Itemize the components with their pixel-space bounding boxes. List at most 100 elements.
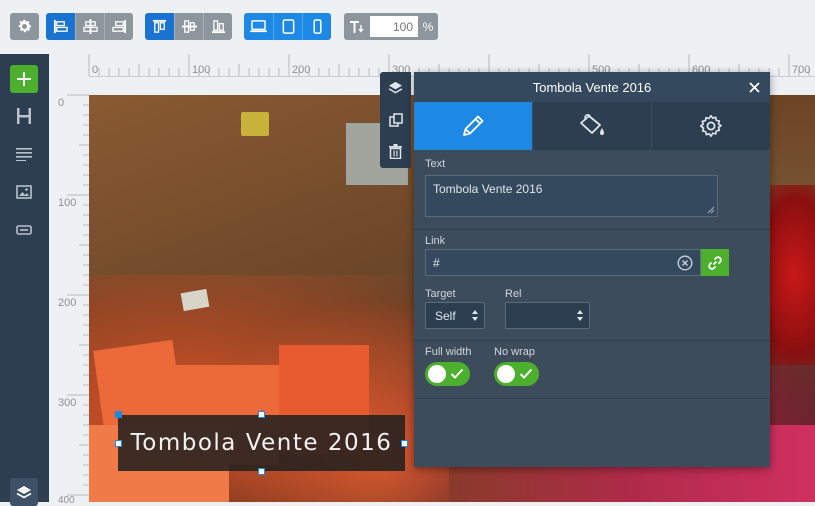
no-wrap-label: No wrap bbox=[494, 346, 535, 358]
align-center-button[interactable] bbox=[75, 13, 104, 40]
gear-icon bbox=[699, 114, 722, 138]
divider bbox=[414, 340, 770, 341]
resize-handle-bottom[interactable] bbox=[258, 468, 265, 475]
tablet-view-button[interactable] bbox=[273, 13, 302, 40]
text-field[interactable]: Tombola Vente 2016 bbox=[425, 175, 718, 217]
check-icon bbox=[519, 368, 533, 379]
resize-handle-top[interactable] bbox=[258, 411, 265, 418]
pencil-icon bbox=[463, 115, 484, 136]
insert-link-button[interactable] bbox=[701, 249, 729, 276]
check-icon bbox=[450, 368, 464, 379]
paint-bucket-icon bbox=[580, 114, 604, 135]
caption-element[interactable]: Tombola Vente 2016 bbox=[118, 415, 405, 471]
tab-content[interactable] bbox=[414, 102, 532, 150]
tab-settings[interactable] bbox=[651, 102, 770, 150]
panel-tabs bbox=[414, 102, 770, 150]
divider bbox=[414, 229, 770, 230]
align-middle-button[interactable] bbox=[174, 13, 203, 40]
background-photo-tag bbox=[180, 288, 210, 312]
add-element-button[interactable] bbox=[10, 65, 38, 93]
link-icon bbox=[708, 255, 722, 270]
vertical-ruler: 0 100 200 300 400 bbox=[49, 76, 89, 506]
align-bottom-button[interactable] bbox=[203, 13, 232, 40]
align-right-button[interactable] bbox=[104, 13, 133, 40]
align-left-icon bbox=[53, 19, 68, 34]
trash-icon bbox=[389, 144, 402, 159]
mobile-icon bbox=[312, 19, 322, 34]
close-panel-button[interactable] bbox=[746, 79, 762, 95]
rel-label: Rel bbox=[505, 288, 522, 300]
element-tools bbox=[380, 72, 411, 168]
properties-panel: Tombola Vente 2016 Text Tombola Vente 20… bbox=[414, 72, 770, 467]
align-middle-icon bbox=[181, 20, 197, 33]
background-photo-socket bbox=[241, 112, 269, 136]
desktop-view-button[interactable] bbox=[244, 13, 273, 40]
resize-grip-icon[interactable] bbox=[707, 206, 715, 214]
vertical-ruler-ticks bbox=[67, 94, 89, 496]
align-bottom-icon bbox=[211, 20, 225, 34]
button-icon bbox=[16, 225, 32, 235]
layers-icon bbox=[16, 486, 32, 499]
delete-button[interactable] bbox=[386, 142, 405, 161]
no-wrap-toggle[interactable] bbox=[494, 362, 539, 386]
duplicate-icon bbox=[388, 112, 403, 127]
panel-header: Tombola Vente 2016 bbox=[414, 72, 770, 102]
text-opacity-icon bbox=[350, 20, 364, 33]
left-sidebar bbox=[0, 54, 49, 506]
link-field-label: Link bbox=[425, 235, 446, 247]
resize-handle-right[interactable] bbox=[401, 440, 408, 447]
tab-style[interactable] bbox=[532, 102, 651, 150]
ruler-v-label: 0 bbox=[58, 97, 65, 109]
desktop-icon bbox=[250, 20, 267, 33]
ruler-v-label: 100 bbox=[58, 197, 77, 209]
text-icon bbox=[16, 148, 32, 161]
full-width-toggle[interactable] bbox=[425, 362, 470, 386]
opacity-input[interactable] bbox=[370, 16, 418, 37]
align-center-icon bbox=[82, 19, 98, 34]
ruler-h-label: 200 bbox=[292, 64, 311, 76]
ruler-v-label: 200 bbox=[58, 297, 77, 309]
close-icon bbox=[748, 81, 760, 93]
add-icon bbox=[17, 72, 31, 86]
duplicate-button[interactable] bbox=[386, 110, 405, 129]
image-icon bbox=[16, 185, 32, 199]
horizontal-align-group bbox=[46, 13, 133, 40]
clear-link-icon[interactable] bbox=[677, 255, 693, 271]
align-top-icon bbox=[152, 19, 167, 33]
top-toolbar: % bbox=[0, 0, 815, 54]
add-text-button[interactable] bbox=[10, 140, 38, 168]
caption-text: Tombola Vente 2016 bbox=[130, 430, 393, 456]
rel-select[interactable] bbox=[505, 302, 590, 329]
layer-order-button[interactable] bbox=[386, 78, 405, 97]
opacity-unit: % bbox=[422, 19, 434, 34]
panel-title: Tombola Vente 2016 bbox=[532, 79, 652, 95]
resize-handle-top-left[interactable] bbox=[115, 411, 122, 418]
mobile-view-button[interactable] bbox=[302, 13, 331, 40]
target-select-value: Self bbox=[435, 308, 456, 323]
add-image-button[interactable] bbox=[10, 178, 38, 206]
align-left-button[interactable] bbox=[46, 13, 75, 40]
toggle-knob bbox=[497, 365, 515, 383]
add-button-element-button[interactable] bbox=[10, 216, 38, 244]
divider bbox=[414, 398, 770, 399]
gear-icon bbox=[18, 19, 32, 33]
opacity-control: % bbox=[344, 13, 438, 40]
ruler-h-label: 100 bbox=[192, 64, 211, 76]
opacity-icon-button bbox=[344, 13, 370, 40]
select-arrows-icon bbox=[472, 310, 478, 321]
ruler-v-label: 400 bbox=[58, 495, 75, 506]
tablet-icon bbox=[282, 19, 294, 34]
target-select[interactable]: Self bbox=[425, 302, 485, 329]
link-input[interactable]: # bbox=[425, 249, 701, 276]
align-top-button[interactable] bbox=[145, 13, 174, 40]
settings-button[interactable] bbox=[10, 13, 39, 40]
full-width-label: Full width bbox=[425, 346, 472, 358]
toggle-knob bbox=[428, 365, 446, 383]
target-label: Target bbox=[425, 288, 456, 300]
add-heading-button[interactable] bbox=[10, 102, 38, 130]
ruler-h-label: 700 bbox=[792, 64, 811, 76]
text-field-value: Tombola Vente 2016 bbox=[433, 182, 543, 196]
ruler-v-label: 300 bbox=[58, 397, 77, 409]
resize-handle-left[interactable] bbox=[115, 440, 122, 447]
link-input-value: # bbox=[433, 256, 440, 270]
